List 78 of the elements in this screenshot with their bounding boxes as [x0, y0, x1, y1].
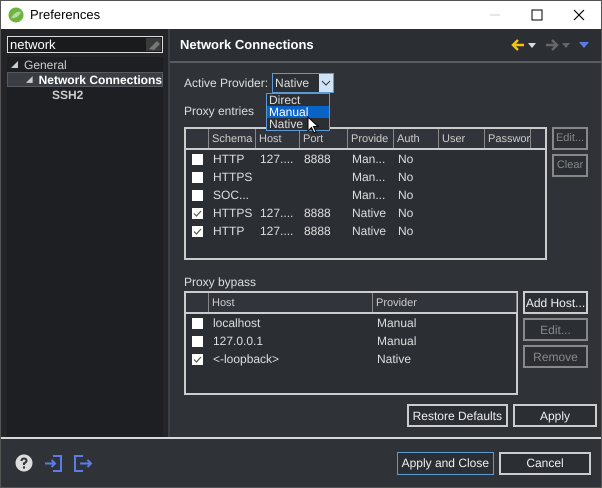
- button[interactable]: Add Host...: [523, 291, 588, 314]
- table-cell: localhost: [213, 316, 260, 330]
- table-cell: Man...: [352, 188, 386, 202]
- checkbox[interactable]: [192, 354, 203, 364]
- column-header[interactable]: Host: [259, 133, 282, 145]
- table-cell: Man...: [352, 170, 386, 184]
- table-cell: Manual: [377, 316, 416, 330]
- button[interactable]: Cancel: [499, 452, 591, 474]
- dropdown-option[interactable]: Manual: [267, 106, 329, 118]
- export-icon[interactable]: [73, 454, 93, 472]
- table-cell: Native: [352, 206, 386, 220]
- column-header[interactable]: Schema: [212, 133, 252, 145]
- button[interactable]: Restore Defaults: [406, 404, 508, 427]
- filter-field[interactable]: network: [7, 36, 163, 53]
- checkbox[interactable]: [192, 318, 203, 328]
- table-cell: 8888: [304, 152, 331, 166]
- table-cell: SOC...: [213, 188, 250, 202]
- table-cell: HTTP: [213, 224, 244, 238]
- clear-icon[interactable]: [146, 38, 161, 51]
- column-header[interactable]: Host: [212, 297, 235, 309]
- table-cell: No: [398, 206, 414, 220]
- column-header[interactable]: Passwor: [488, 133, 530, 145]
- dropdown-caret-icon[interactable]: [528, 42, 536, 48]
- dropdown-option[interactable]: Direct: [267, 94, 329, 106]
- view-menu-icon[interactable]: [579, 42, 589, 48]
- table-cell: 127....: [260, 224, 294, 238]
- section-label: Proxy bypass: [184, 275, 256, 289]
- column-header[interactable]: Port: [303, 133, 324, 145]
- table-cell: No: [398, 170, 414, 184]
- field-label: Active Provider:: [184, 75, 268, 92]
- table-cell: 127.0.0.1: [213, 334, 264, 348]
- table-cell: Manual: [377, 334, 416, 348]
- back-arrow-icon[interactable]: [511, 39, 525, 51]
- table-cell: HTTPS: [213, 206, 252, 220]
- table-cell: 127....: [260, 206, 294, 220]
- table-cell: No: [398, 152, 414, 166]
- column-header[interactable]: Provider: [376, 297, 417, 309]
- table-cell: 127....: [260, 152, 294, 166]
- checkbox[interactable]: [192, 172, 203, 182]
- checkbox[interactable]: [192, 208, 203, 218]
- table-cell: <-loopback>: [213, 352, 280, 366]
- forward-arrow-icon[interactable]: [545, 39, 559, 51]
- column-header[interactable]: User: [442, 133, 466, 145]
- tree-item[interactable]: SSH2: [7, 87, 163, 102]
- close-icon[interactable]: [573, 9, 585, 21]
- dropdown-option[interactable]: Native: [267, 118, 329, 130]
- column-header[interactable]: Provide: [351, 133, 388, 145]
- table-cell: HTTP: [213, 152, 244, 166]
- chevron-down-icon[interactable]: [319, 74, 334, 92]
- checkbox[interactable]: [192, 226, 203, 236]
- table-cell: Native: [377, 352, 412, 366]
- filter-input[interactable]: network: [8, 37, 146, 52]
- checkbox[interactable]: [192, 336, 203, 346]
- table-cell: Man...: [352, 152, 386, 166]
- provider-dropdown[interactable]: Native: [272, 73, 334, 93]
- table-cell: 8888: [304, 224, 331, 238]
- help-icon[interactable]: [15, 454, 33, 472]
- table-cell: HTTPS: [213, 170, 252, 184]
- table-cell: Native: [352, 224, 386, 238]
- tree-item[interactable]: General: [7, 57, 163, 72]
- maximize-icon[interactable]: [531, 9, 543, 21]
- expanded-triangle-icon[interactable]: [26, 76, 33, 83]
- column-header[interactable]: Auth: [397, 133, 420, 145]
- section-label: Proxy entries: [184, 104, 254, 118]
- checkbox[interactable]: [192, 154, 203, 164]
- expanded-triangle-icon[interactable]: [11, 61, 18, 68]
- page-title: Network Connections: [180, 36, 314, 54]
- mouse-pointer-icon: [307, 116, 319, 134]
- window-title: Preferences: [30, 6, 100, 24]
- checkbox[interactable]: [192, 190, 203, 200]
- import-icon[interactable]: [44, 454, 63, 472]
- button[interactable]: Apply and Close: [396, 452, 494, 474]
- tree-item[interactable]: Network Connections: [7, 72, 163, 87]
- app-logo-icon: [8, 7, 24, 23]
- table-cell: No: [398, 188, 414, 202]
- button[interactable]: Apply: [513, 404, 597, 427]
- table-cell: No: [398, 224, 414, 238]
- table-cell: 8888: [304, 206, 331, 220]
